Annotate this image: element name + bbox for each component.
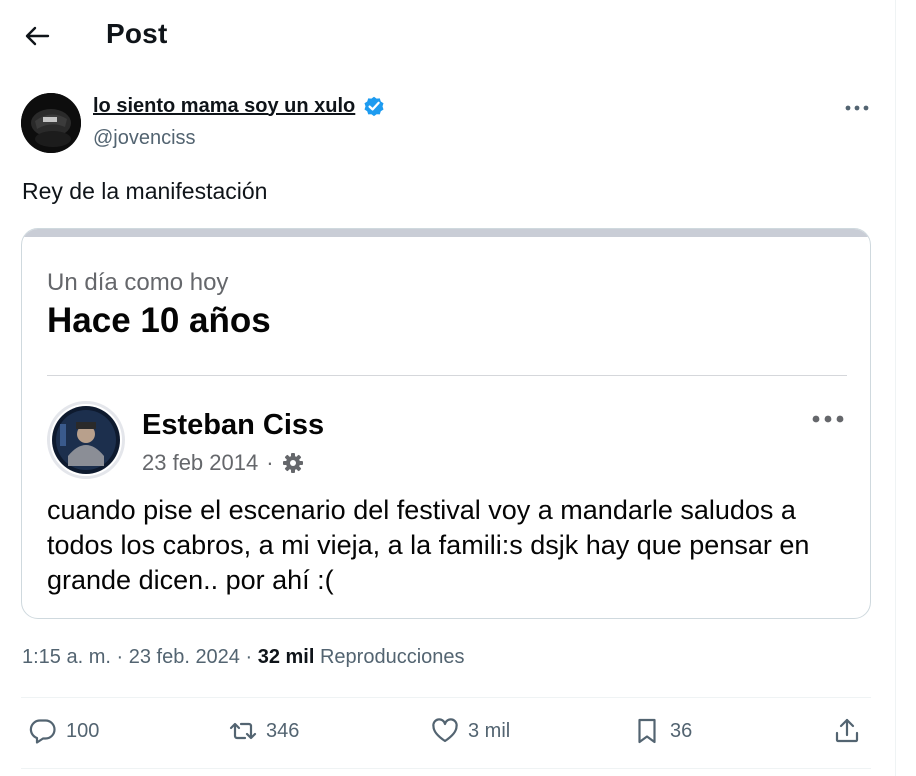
memory-subtitle: Un día como hoy (47, 269, 229, 296)
author-display-name[interactable]: lo siento mama soy un xulo (93, 95, 355, 118)
fb-more-icon (808, 409, 848, 429)
share-button[interactable] (832, 716, 862, 746)
fb-meta-separator: · (266, 450, 274, 475)
memory-title: Hace 10 años (47, 301, 271, 340)
gear-icon (282, 453, 303, 473)
more-options-button[interactable] (842, 96, 872, 120)
views-count: 32 mil (257, 646, 315, 668)
media-top-strip (22, 229, 870, 237)
verified-badge-icon[interactable] (362, 94, 386, 118)
post-date[interactable]: 23 feb. 2024 (129, 646, 240, 668)
fb-post-date: 23 feb 2014 (142, 450, 259, 475)
bookmark-icon (638, 718, 656, 744)
reply-button[interactable]: 100 (28, 716, 99, 746)
reply-icon (29, 719, 56, 744)
back-button[interactable] (22, 22, 52, 50)
column-border (895, 0, 896, 776)
memory-divider (47, 375, 847, 376)
like-button[interactable]: 3 mil (430, 716, 510, 746)
post-media-image[interactable]: Un día como hoy Hace 10 años Esteban Cis… (21, 228, 871, 619)
post-time[interactable]: 1:15 a. m. (22, 646, 111, 668)
divider (21, 697, 871, 698)
page-title: Post (106, 18, 168, 49)
back-arrow-icon (25, 26, 50, 46)
fb-author-name: Esteban Ciss (142, 409, 325, 441)
meta-separator: · (116, 646, 129, 668)
bookmark-count: 36 (670, 719, 693, 742)
more-dots-icon (845, 105, 869, 111)
post-meta-line: 1:15 a. m. · 23 feb. 2024 · 32 mil Repro… (22, 646, 465, 669)
fb-post-text: cuando pise el escenario del festival vo… (47, 495, 810, 595)
fb-avatar-image (52, 406, 120, 474)
post-text: Rey de la manifestación (22, 178, 268, 204)
views-label: Reproducciones (319, 646, 465, 668)
author-name-row: lo siento mama soy un xulo (93, 94, 386, 118)
share-icon (835, 718, 859, 743)
fb-author-avatar (47, 401, 125, 479)
retweet-count: 346 (266, 719, 300, 742)
heart-icon (432, 718, 458, 743)
divider (21, 768, 871, 769)
reply-count: 100 (66, 719, 100, 742)
meta-separator: · (245, 646, 258, 668)
avatar-image (21, 93, 81, 153)
like-count: 3 mil (468, 719, 511, 742)
post-header: Post (0, 0, 895, 72)
bookmark-button[interactable]: 36 (632, 716, 692, 746)
retweet-icon (229, 722, 257, 740)
avatar[interactable] (21, 93, 81, 153)
retweet-button[interactable]: 346 (228, 716, 299, 746)
author-handle[interactable]: @jovenciss (93, 127, 196, 150)
fb-post-meta: 23 feb 2014 · (142, 450, 304, 476)
